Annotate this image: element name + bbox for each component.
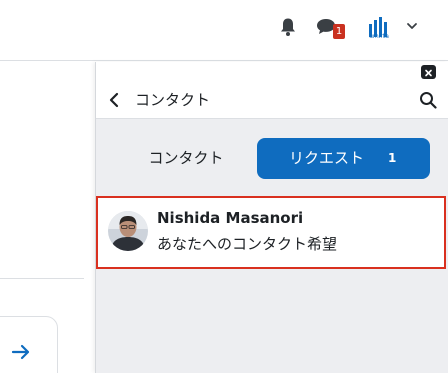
contact-request-item[interactable] bbox=[96, 196, 446, 269]
close-icon bbox=[425, 69, 432, 77]
tab-contacts[interactable]: コンタクト bbox=[131, 138, 241, 178]
close-button[interactable] bbox=[421, 65, 436, 79]
search-icon[interactable] bbox=[419, 91, 437, 109]
tab-requests[interactable]: リクエスト 1 bbox=[257, 138, 430, 179]
drawer-title: コンタクト bbox=[135, 91, 211, 109]
divider bbox=[0, 278, 84, 279]
request-message: あなたへのコンタクト希望 bbox=[157, 235, 338, 253]
arrow-right-icon[interactable] bbox=[10, 342, 32, 362]
chevron-left-icon[interactable] bbox=[108, 92, 120, 108]
chevron-down-icon[interactable] bbox=[406, 21, 418, 31]
message-count-badge: 1 bbox=[333, 24, 345, 39]
requester-name: Nishida Masanori bbox=[157, 209, 304, 227]
bell-icon[interactable] bbox=[280, 17, 296, 37]
tab-requests-label: リクエスト bbox=[289, 149, 365, 167]
tab-requests-count: 1 bbox=[388, 151, 397, 165]
avatar bbox=[108, 211, 148, 251]
logo-text: umirta bbox=[369, 33, 389, 40]
